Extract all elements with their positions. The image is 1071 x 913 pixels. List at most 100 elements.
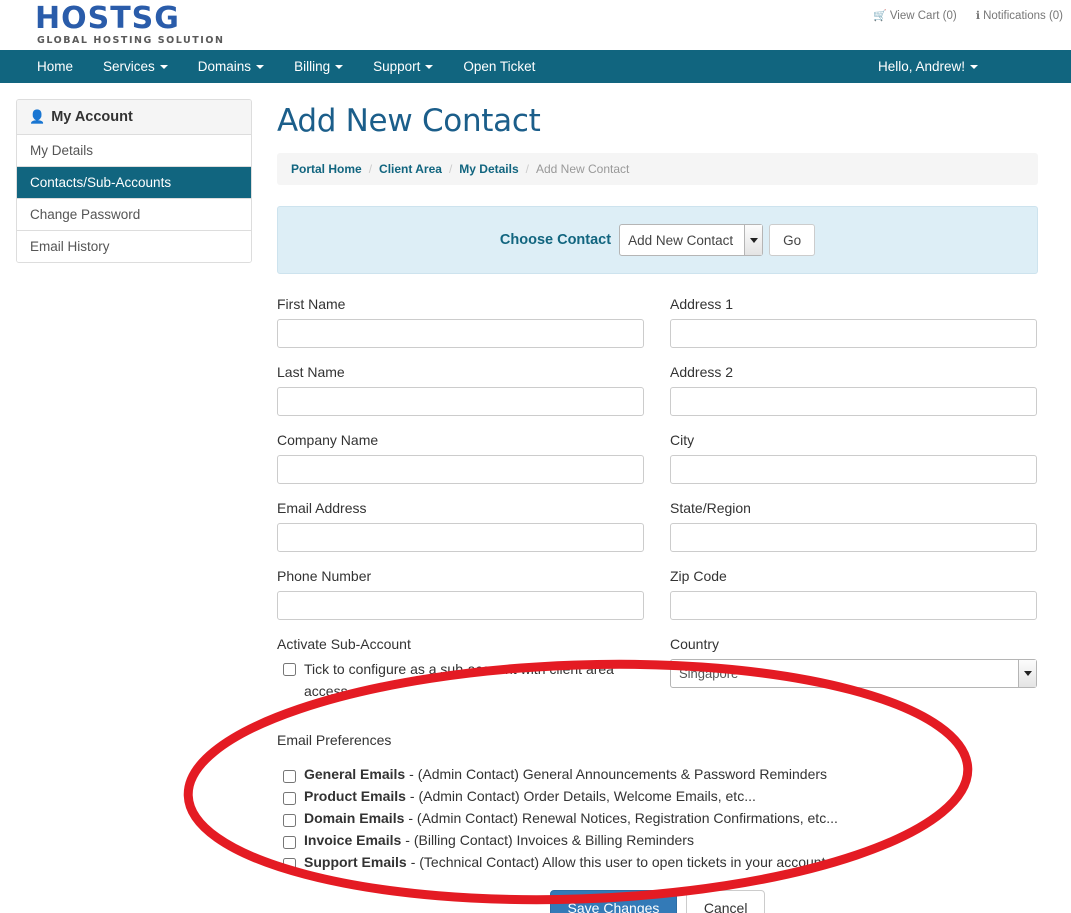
main-navbar: Home Services Domains Billing Support Op…	[0, 50, 1071, 83]
general-emails-checkbox[interactable]	[283, 770, 296, 784]
info-icon: ℹ	[975, 10, 981, 22]
sidebar-item-label: Contacts/Sub-Accounts	[30, 175, 172, 190]
breadcrumb-separator: /	[368, 162, 373, 176]
logo-wordmark: HOSTSG	[35, 1, 180, 36]
form-actions: Save Changes Cancel	[277, 890, 1038, 913]
sidebar-item-my-details[interactable]: My Details	[17, 135, 251, 167]
nav-item-services[interactable]: Services	[88, 50, 183, 83]
field-address-1: Address 1	[670, 296, 1037, 348]
main-column: Add New Contact Portal Home / Client Area /…	[277, 83, 1038, 913]
email-preferences-heading: Email Preferences	[277, 732, 392, 749]
field-address-2: Address 2	[670, 364, 1037, 416]
label-address-1: Address 1	[670, 296, 734, 312]
chevron-down-icon	[335, 65, 344, 70]
notifications-link[interactable]: ℹ Notifications (0)	[976, 9, 1063, 22]
nav-label-support: Support	[373, 59, 421, 74]
top-bar: HOSTSG GLOBAL HOSTING SOLUTION 🛒 View Car…	[0, 0, 1071, 50]
top-utility-links: 🛒 View Cart (0) ℹ Notifications (0)	[857, 9, 1063, 22]
chevron-down-icon	[159, 65, 168, 70]
state-region-input[interactable]	[670, 523, 1037, 552]
invoice-emails-desc: - (Billing Contact) Invoices & Billing R…	[405, 832, 694, 849]
support-emails-desc: - (Technical Contact) Allow this user to…	[410, 854, 826, 871]
pref-row-domain-emails: Domain Emails - (Admin Contact) Renewal N…	[277, 810, 1038, 828]
field-phone-number: Phone Number	[277, 568, 644, 620]
notifications-label: Notifications (0)	[983, 10, 1063, 22]
label-company-name: Company Name	[277, 432, 379, 448]
field-activate-sub-account: Activate Sub-Account Tick to configure a…	[277, 636, 644, 702]
breadcrumb-item-portal-home[interactable]: Portal Home	[291, 162, 362, 176]
address-2-input[interactable]	[670, 387, 1037, 416]
field-state-region: State/Region	[670, 500, 1037, 552]
field-zip-code: Zip Code	[670, 568, 1037, 620]
field-city: City	[670, 432, 1037, 484]
product-emails-checkbox[interactable]	[283, 792, 296, 806]
field-last-name: Last Name	[277, 364, 644, 416]
phone-number-input[interactable]	[277, 591, 644, 620]
support-emails-checkbox[interactable]	[283, 858, 296, 872]
label-address-2: Address 2	[670, 364, 734, 380]
domain-emails-checkbox[interactable]	[283, 814, 296, 828]
sidebar-item-contacts-sub-accounts[interactable]: Contacts/Sub-Accounts	[17, 167, 251, 199]
view-cart-link[interactable]: 🛒 View Cart (0)	[873, 9, 957, 22]
go-button[interactable]: Go	[769, 224, 816, 256]
country-select[interactable]: Singapore	[670, 659, 1037, 688]
general-emails-desc: - (Admin Contact) General Announcements …	[409, 766, 828, 783]
sidebar-my-account: 👤 My Account My Details Contacts/Sub-Acco…	[16, 99, 252, 263]
nav-item-support[interactable]: Support	[358, 50, 448, 83]
breadcrumb-item-my-details[interactable]: My Details	[459, 162, 518, 176]
first-name-input[interactable]	[277, 319, 644, 348]
page-root: HOSTSG GLOBAL HOSTING SOLUTION 🛒 View Car…	[0, 0, 1071, 913]
label-country: Country	[670, 636, 720, 652]
save-changes-button[interactable]: Save Changes	[549, 890, 678, 913]
breadcrumb-item-client-area[interactable]: Client Area	[379, 162, 442, 176]
breadcrumb-item-current: Add New Contact	[535, 162, 630, 176]
user-menu-button[interactable]: Hello, Andrew!	[863, 59, 993, 74]
pref-row-invoice-emails: Invoice Emails - (Billing Contact) Invoic…	[277, 832, 1038, 850]
sidebar-item-change-password[interactable]: Change Password	[17, 199, 251, 231]
site-logo[interactable]: HOSTSG GLOBAL HOSTING SOLUTION	[35, 4, 225, 46]
sidebar-item-email-history[interactable]: Email History	[17, 231, 251, 262]
company-name-input[interactable]	[277, 455, 644, 484]
label-zip-code: Zip Code	[670, 568, 727, 584]
sub-account-checkbox[interactable]	[283, 663, 296, 676]
email-address-input[interactable]	[277, 523, 644, 552]
product-emails-name: Product Emails	[304, 788, 406, 805]
choose-contact-select[interactable]: Add New Contact	[619, 224, 764, 256]
nav-item-home[interactable]: Home	[22, 50, 88, 83]
product-emails-desc: - (Admin Contact) Order Details, Welcome…	[409, 788, 756, 805]
last-name-input[interactable]	[277, 387, 644, 416]
country-select-wrapper: Singapore	[670, 659, 1037, 688]
label-state-region: State/Region	[670, 500, 751, 516]
chevron-down-icon	[425, 65, 434, 70]
chevron-down-icon	[256, 65, 265, 70]
nav-item-billing[interactable]: Billing	[279, 50, 358, 83]
breadcrumb-separator: /	[448, 162, 453, 176]
pref-row-product-emails: Product Emails - (Admin Contact) Order De…	[277, 788, 1038, 806]
nav-item-open-ticket[interactable]: Open Ticket	[448, 50, 550, 83]
nav-label-billing: Billing	[294, 59, 331, 74]
nav-user-menu: Hello, Andrew!	[863, 50, 993, 83]
form-right-column: Address 1 Address 2 City State/Region Zi…	[670, 296, 1037, 718]
pref-row-support-emails: Support Emails - (Technical Contact) Allo…	[277, 854, 1038, 872]
sidebar-header-label: My Account	[51, 109, 133, 125]
nav-item-domains[interactable]: Domains	[183, 50, 279, 83]
invoice-emails-checkbox[interactable]	[283, 836, 296, 850]
nav-label-home: Home	[37, 59, 74, 74]
label-city: City	[670, 432, 695, 448]
address-1-input[interactable]	[670, 319, 1037, 348]
nav-label-services: Services	[103, 59, 155, 74]
label-email-address: Email Address	[277, 500, 367, 516]
invoice-emails-name: Invoice Emails	[304, 832, 402, 849]
city-input[interactable]	[670, 455, 1037, 484]
label-activate-sub-account: Activate Sub-Account	[277, 636, 411, 652]
cancel-button[interactable]: Cancel	[685, 890, 766, 913]
domain-emails-desc: - (Admin Contact) Renewal Notices, Regis…	[408, 810, 838, 827]
nav-label-domains: Domains	[197, 59, 252, 74]
zip-code-input[interactable]	[670, 591, 1037, 620]
pref-row-general-emails: General Emails - (Admin Contact) General …	[277, 766, 1038, 784]
sidebar-item-label: Email History	[30, 239, 110, 254]
breadcrumb-separator: /	[525, 162, 529, 176]
sidebar-header: 👤 My Account	[17, 100, 251, 135]
page-title: Add New Contact	[277, 103, 541, 139]
contact-form: First Name Last Name Company Name Email …	[277, 296, 1038, 718]
